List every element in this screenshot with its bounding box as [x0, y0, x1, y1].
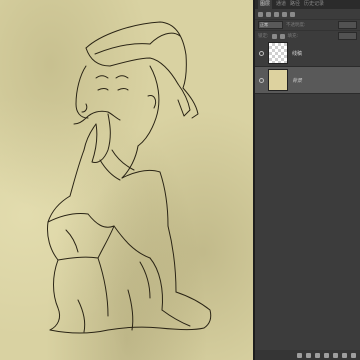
tab-paths[interactable]: 路径	[290, 0, 300, 9]
adjustment-icon[interactable]	[324, 352, 329, 358]
tab-channels[interactable]: 通道	[276, 0, 286, 9]
opacity-field[interactable]	[338, 21, 357, 29]
filter-shape-icon[interactable]	[290, 11, 295, 17]
filter-row	[255, 9, 360, 20]
layer-name: 背景	[292, 77, 303, 84]
fx-icon[interactable]	[306, 352, 311, 358]
folder-icon[interactable]	[333, 352, 338, 358]
new-layer-icon[interactable]	[342, 352, 347, 358]
eye-icon[interactable]	[259, 50, 264, 56]
line-art-scholar-illustration	[47, 21, 212, 334]
mask-icon[interactable]	[315, 352, 320, 358]
filter-adjust-icon[interactable]	[274, 11, 279, 17]
lock-position-icon[interactable]	[279, 33, 285, 39]
link-icon[interactable]	[297, 352, 302, 358]
document-canvas[interactable]	[0, 0, 253, 360]
trash-icon[interactable]	[351, 352, 356, 358]
filter-text-icon[interactable]	[282, 11, 287, 17]
layer-name: 线稿	[292, 50, 303, 57]
fill-field[interactable]	[338, 32, 357, 40]
layer-row-lineart[interactable]: 线稿	[255, 40, 360, 67]
fill-label: 填充:	[287, 34, 299, 39]
blend-row: 正常 不透明度:	[255, 20, 360, 31]
eye-icon[interactable]	[259, 77, 264, 83]
filter-kind-icon[interactable]	[258, 11, 263, 17]
layer-thumbnail-transparent	[268, 42, 288, 64]
layer-list: 线稿 背景	[255, 40, 360, 94]
blend-mode-select[interactable]: 正常	[258, 21, 283, 29]
lock-pixels-icon[interactable]	[271, 33, 277, 39]
filter-pixel-icon[interactable]	[266, 11, 271, 17]
panel-tab-bar: 图层 通道 路径 历史记录	[255, 0, 360, 9]
layer-row-background[interactable]: 背景	[255, 67, 360, 94]
lock-label: 锁定:	[258, 34, 269, 39]
layers-panel: 图层 通道 路径 历史记录 正常 不透明度: 锁定: 填充: 线稿 背景	[255, 0, 360, 360]
tab-layers[interactable]: 图层	[258, 0, 273, 9]
layers-bottom-toolbar	[255, 350, 360, 360]
layer-thumbnail-paper	[268, 69, 288, 91]
tab-history[interactable]: 历史记录	[304, 0, 324, 9]
opacity-label: 不透明度:	[286, 23, 306, 28]
